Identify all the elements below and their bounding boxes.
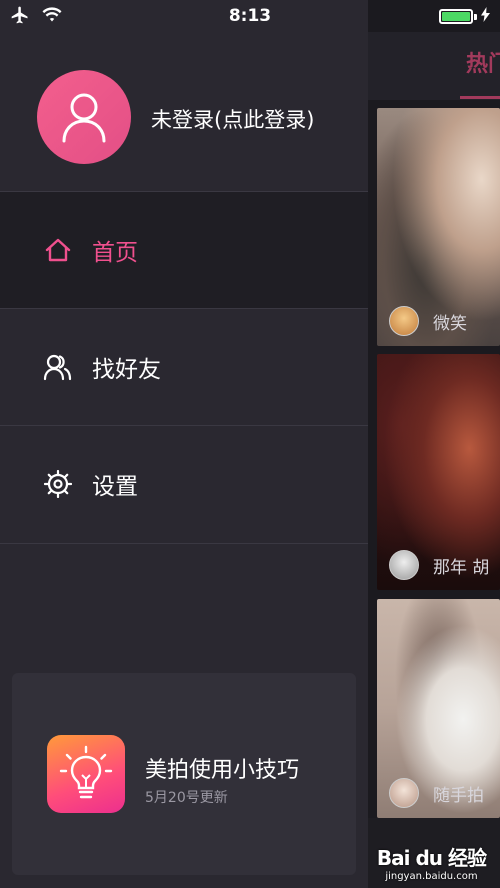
home-icon xyxy=(42,234,74,266)
card-username: 随手拍 xyxy=(433,785,484,806)
tab-underline xyxy=(460,96,500,99)
avatar xyxy=(389,550,419,580)
card-user: 随手拍 xyxy=(389,778,484,808)
gear-icon xyxy=(42,468,74,500)
avatar xyxy=(389,778,419,808)
menu-item-settings[interactable]: 设置 xyxy=(0,426,368,542)
card-username: 那年 胡 xyxy=(433,557,490,578)
feed-card[interactable]: 随手拍 xyxy=(377,599,500,818)
tips-title: 美拍使用小技巧 xyxy=(145,758,300,783)
status-right xyxy=(439,7,490,26)
menu-label: 首页 xyxy=(92,240,138,266)
menu-item-find-friends[interactable]: 找好友 xyxy=(0,309,368,425)
status-time: 8:13 xyxy=(228,6,272,26)
feed-tab-bar: 热门 xyxy=(368,32,500,100)
user-avatar-icon[interactable] xyxy=(37,70,131,164)
card-user: 那年 胡 xyxy=(389,550,489,580)
battery-icon xyxy=(439,9,473,24)
card-user: 微笑 xyxy=(389,306,467,336)
feed-card[interactable]: 那年 胡 xyxy=(377,354,500,590)
menu-label: 找好友 xyxy=(92,357,161,383)
card-username: 微笑 xyxy=(433,313,467,334)
profile-header[interactable]: 未登录(点此登录) xyxy=(0,32,368,190)
watermark-url: jingyan.baidu.com xyxy=(385,871,478,882)
avatar xyxy=(389,306,419,336)
lightbulb-icon xyxy=(47,735,125,813)
login-prompt[interactable]: 未登录(点此登录) xyxy=(151,104,314,134)
divider xyxy=(0,543,368,544)
status-bar: 8:13 xyxy=(0,0,500,32)
feed-card[interactable]: 微笑 xyxy=(377,108,500,346)
baidu-watermark: Bai du 经验 jingyan.baidu.com xyxy=(376,842,487,882)
tips-subtitle: 5月20号更新 xyxy=(145,790,228,806)
menu-label: 设置 xyxy=(92,474,138,500)
feed-content: 热门 微笑 那年 胡 随手拍 xyxy=(368,0,500,888)
charging-icon xyxy=(481,7,490,26)
tab-hot[interactable]: 热门 xyxy=(466,46,500,78)
watermark-logo: Bai du 经验 xyxy=(376,846,487,870)
side-drawer: 未登录(点此登录) 首页 找好友 设置 美拍使用小技巧 5月20号更新 xyxy=(0,0,368,888)
friends-icon xyxy=(42,351,74,383)
menu-item-home[interactable]: 首页 xyxy=(0,192,368,308)
tips-card[interactable]: 美拍使用小技巧 5月20号更新 xyxy=(12,673,356,875)
